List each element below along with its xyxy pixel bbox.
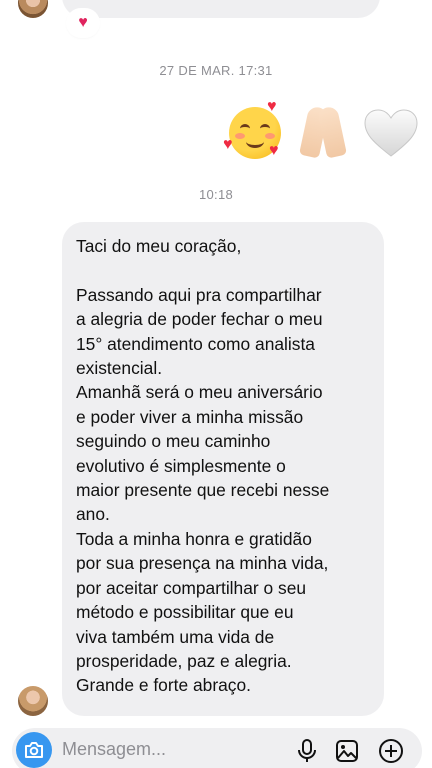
heart-reaction-icon[interactable]: ♥ <box>68 10 98 36</box>
camera-icon <box>25 742 43 758</box>
smiling-face-with-hearts-icon: ♥ ♥ ♥ <box>223 99 284 162</box>
microphone-button[interactable] <box>294 738 320 764</box>
image-icon <box>336 740 358 762</box>
received-message-bubble[interactable]: Taci do meu coração, Passando aqui pra c… <box>62 222 384 716</box>
emoji-message[interactable]: ♥ ♥ ♥ <box>223 99 420 166</box>
contact-avatar[interactable] <box>18 686 48 716</box>
message-input[interactable]: Mensagem... <box>62 739 166 760</box>
message-composer: Mensagem... <box>12 728 422 768</box>
message-text: Taci do meu coração, Passando aqui pra c… <box>76 236 330 696</box>
contact-avatar[interactable] <box>18 0 48 18</box>
timestamp-divider: 10:18 <box>198 187 234 202</box>
gallery-button[interactable] <box>334 738 360 764</box>
white-heart-icon <box>362 104 420 162</box>
add-button[interactable] <box>378 738 404 764</box>
previous-message-bubble[interactable] <box>62 0 380 18</box>
chat-screen: ♥ 27 DE MAR. 17:31 ♥ ♥ ♥ 10:18 Taci do m… <box>0 0 432 768</box>
reaction-glyph: ♥ <box>78 14 88 31</box>
microphone-icon <box>298 739 316 762</box>
timestamp-divider: 27 DE MAR. 17:31 <box>159 63 273 78</box>
plus-circle-icon <box>379 739 403 763</box>
folded-hands-icon <box>294 104 352 162</box>
camera-button[interactable] <box>16 732 52 768</box>
